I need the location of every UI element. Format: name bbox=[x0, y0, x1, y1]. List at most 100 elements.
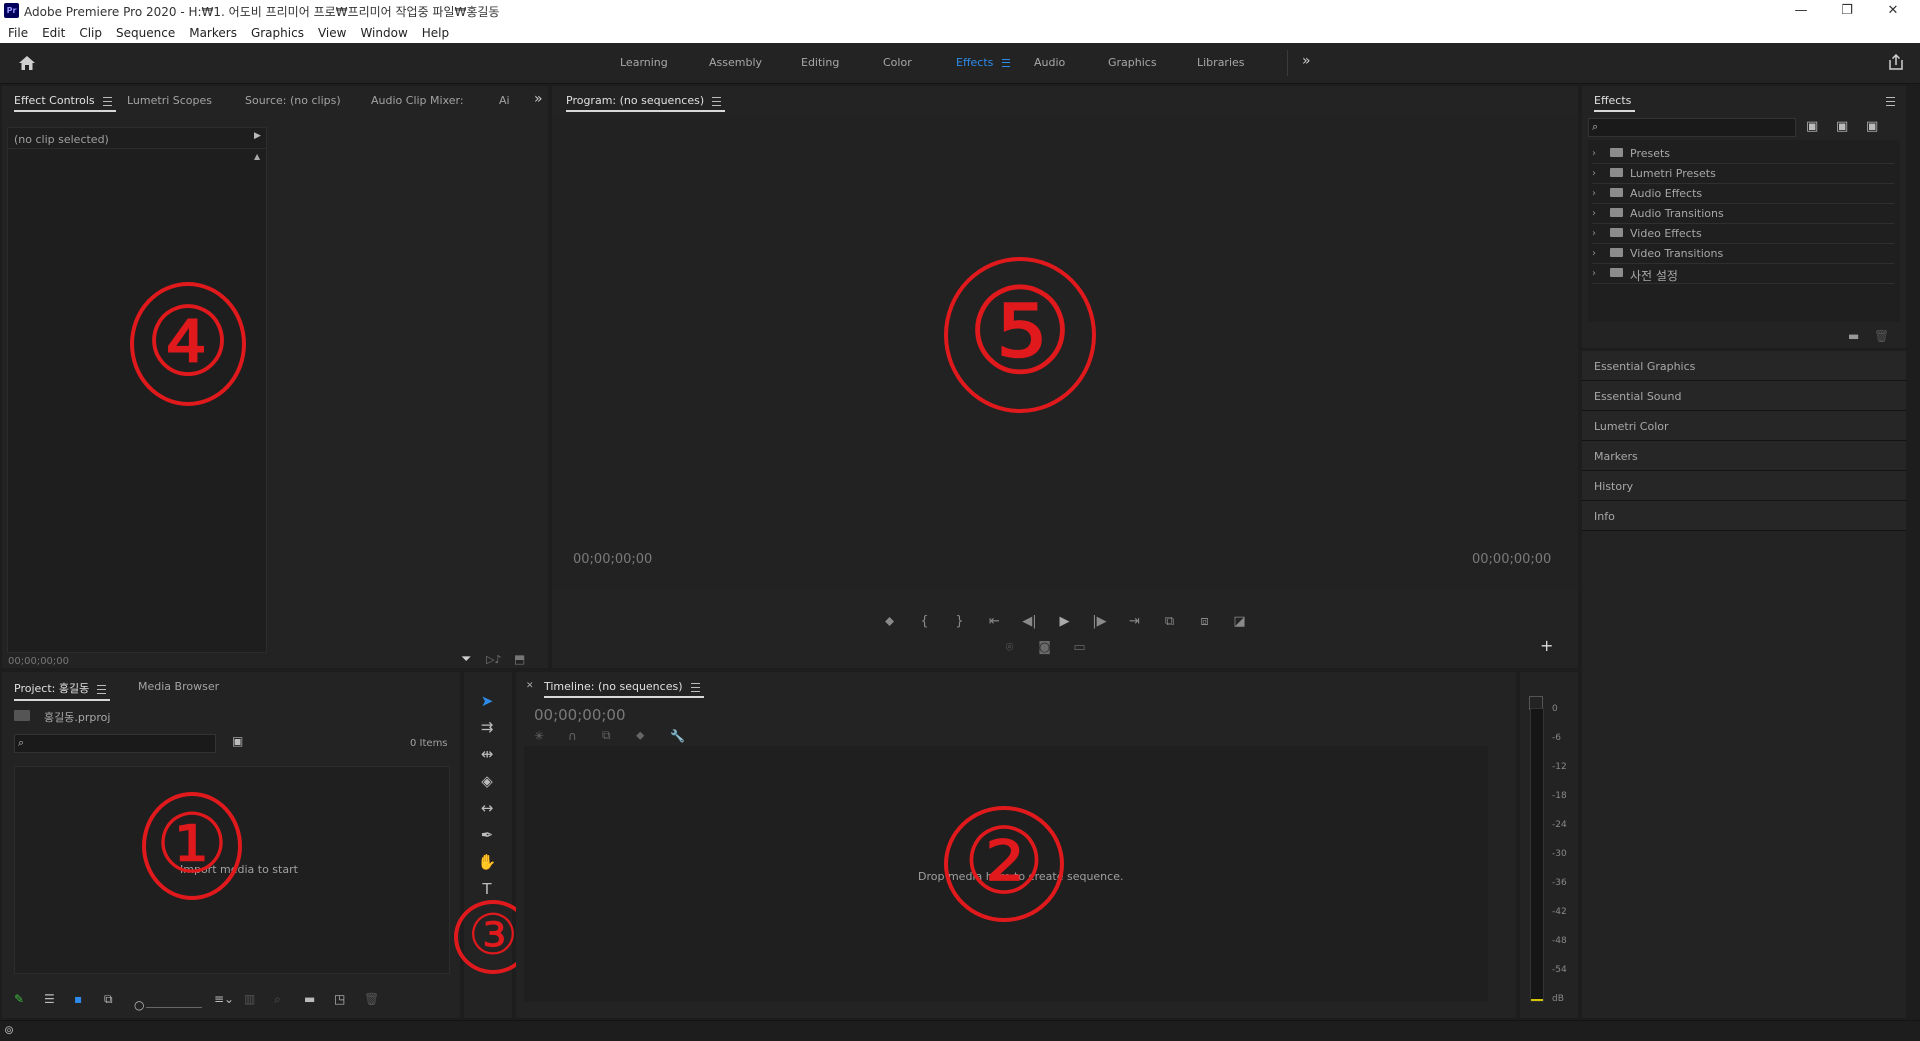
freeform-view-icon[interactable]: ⧉ bbox=[104, 992, 134, 1007]
panel-essential-sound[interactable]: Essential Sound bbox=[1582, 381, 1906, 411]
mark-in-icon[interactable]: { bbox=[907, 614, 942, 629]
razor-tool-icon[interactable]: ◈ bbox=[474, 770, 500, 792]
scroll-up-icon[interactable]: ▲ bbox=[254, 152, 260, 161]
menu-file[interactable]: File bbox=[8, 26, 28, 40]
play-icon[interactable]: ▶ bbox=[1047, 614, 1082, 629]
play-audio-icon[interactable]: ▷♪ bbox=[486, 653, 501, 666]
more-workspaces-icon[interactable]: » bbox=[1302, 53, 1311, 69]
menu-edit[interactable]: Edit bbox=[42, 26, 65, 40]
list-view-icon[interactable]: ☰ bbox=[44, 992, 74, 1006]
tab-audio-clip-mixer[interactable]: Audio Clip Mixer: bbox=[371, 94, 464, 107]
slip-tool-icon[interactable]: ↔ bbox=[474, 797, 500, 819]
effects-search-input[interactable]: ⌕ bbox=[1588, 118, 1796, 137]
panel-lumetri-color[interactable]: Lumetri Color bbox=[1582, 411, 1906, 441]
close-icon[interactable]: ✕ bbox=[1870, 0, 1916, 22]
type-tool-icon[interactable]: T bbox=[474, 878, 500, 900]
go-to-in-icon[interactable]: ⇤ bbox=[977, 614, 1012, 629]
tab-lumetri-scopes[interactable]: Lumetri Scopes bbox=[127, 94, 212, 107]
workspace-tab-graphics[interactable]: Graphics bbox=[1108, 56, 1157, 69]
add-marker-icon[interactable]: ⬥ bbox=[636, 728, 670, 743]
panel-essential-graphics[interactable]: Essential Graphics bbox=[1582, 351, 1906, 381]
32bit-effects-icon[interactable]: ▣ bbox=[1836, 119, 1848, 134]
effects-item-video-effects[interactable]: › Video Effects bbox=[1592, 223, 1894, 244]
menu-clip[interactable]: Clip bbox=[79, 26, 102, 40]
share-icon[interactable] bbox=[1888, 54, 1904, 70]
button-editor-plus-icon[interactable]: + bbox=[1540, 636, 1553, 655]
workspace-tab-effects[interactable]: Effects bbox=[956, 56, 993, 69]
new-item-icon[interactable]: ◳ bbox=[334, 992, 364, 1006]
tab-ai[interactable]: Ai bbox=[499, 94, 510, 107]
home-icon[interactable] bbox=[18, 55, 36, 71]
panel-history[interactable]: History bbox=[1582, 471, 1906, 501]
workspace-tab-editing[interactable]: Editing bbox=[801, 56, 839, 69]
wrench-icon[interactable]: 🔧 bbox=[670, 729, 704, 743]
filter-icon[interactable]: ⏷ bbox=[461, 652, 471, 667]
panel-markers[interactable]: Markers bbox=[1582, 441, 1906, 471]
menu-graphics[interactable]: Graphics bbox=[251, 26, 304, 40]
effects-item-korean-presets[interactable]: › 사전 설정 bbox=[1592, 263, 1894, 284]
project-search-input[interactable]: ⌕ bbox=[14, 734, 216, 753]
workspace-tab-audio[interactable]: Audio bbox=[1034, 56, 1065, 69]
menu-markers[interactable]: Markers bbox=[189, 26, 237, 40]
tab-program[interactable]: Program: (no sequences) bbox=[566, 94, 726, 112]
selection-tool-icon[interactable]: ➤ bbox=[474, 690, 500, 712]
export-frame-compare-icon[interactable]: ◪ bbox=[1222, 614, 1257, 629]
panel-menu-icon[interactable] bbox=[1886, 97, 1895, 106]
safe-margins-icon[interactable]: ▭ bbox=[1062, 640, 1097, 655]
ripple-edit-tool-icon[interactable]: ⇹ bbox=[474, 743, 500, 765]
pen-tool-icon[interactable]: ✒ bbox=[474, 824, 500, 846]
delete-icon[interactable]: 🗑 bbox=[1874, 329, 1889, 343]
export-icon[interactable]: ⬒ bbox=[514, 652, 525, 666]
panel-info[interactable]: Info bbox=[1582, 501, 1906, 531]
clear-icon[interactable]: 🗑 bbox=[364, 992, 394, 1006]
workspace-tab-color[interactable]: Color bbox=[883, 56, 912, 69]
new-bin-icon[interactable]: ▬ bbox=[1848, 329, 1859, 343]
new-search-bin-icon[interactable]: ▣ bbox=[232, 734, 243, 748]
effects-item-audio-transitions[interactable]: › Audio Transitions bbox=[1592, 203, 1894, 224]
tab-media-browser[interactable]: Media Browser bbox=[138, 680, 219, 693]
restore-icon[interactable]: ❐ bbox=[1824, 0, 1870, 22]
snap-icon[interactable]: ∩ bbox=[568, 729, 602, 743]
track-select-tool-icon[interactable]: ⇉ bbox=[474, 716, 500, 738]
find-icon[interactable]: ⌕ bbox=[274, 992, 304, 1007]
yuv-effects-icon[interactable]: ▣ bbox=[1866, 119, 1878, 134]
tab-effect-controls[interactable]: Effect Controls bbox=[14, 94, 116, 112]
pencil-icon[interactable]: ✎ bbox=[14, 992, 44, 1006]
tab-effects[interactable]: Effects bbox=[1594, 94, 1636, 112]
accelerated-effects-icon[interactable]: ▣ bbox=[1806, 119, 1818, 134]
effects-item-lumetri-presets[interactable]: › Lumetri Presets bbox=[1592, 163, 1894, 184]
tab-source[interactable]: Source: (no clips) bbox=[245, 94, 341, 107]
workspace-tab-libraries[interactable]: Libraries bbox=[1197, 56, 1245, 69]
linked-selection-icon[interactable]: ⧉ bbox=[602, 728, 636, 743]
sort-icons-icon[interactable]: ≡⌄ bbox=[214, 992, 244, 1006]
tab-timeline[interactable]: Timeline: (no sequences) bbox=[544, 680, 703, 698]
more-tabs-icon[interactable]: » bbox=[534, 91, 543, 107]
workspace-tab-learning[interactable]: Learning bbox=[620, 56, 668, 69]
effects-item-video-transitions[interactable]: › Video Transitions bbox=[1592, 243, 1894, 264]
lift-icon[interactable]: ⧉ bbox=[1152, 614, 1187, 629]
panel-menu-icon[interactable] bbox=[712, 96, 722, 106]
creative-cloud-icon[interactable]: ⊚ bbox=[4, 1023, 14, 1037]
menu-sequence[interactable]: Sequence bbox=[116, 26, 175, 40]
vr-icon[interactable]: ⌾ bbox=[992, 640, 1027, 655]
close-tab-icon[interactable]: ✕ bbox=[526, 681, 534, 691]
step-back-icon[interactable]: ◀| bbox=[1012, 614, 1047, 629]
effects-item-audio-effects[interactable]: › Audio Effects bbox=[1592, 183, 1894, 204]
automate-to-sequence-icon[interactable]: ▥ bbox=[244, 992, 274, 1006]
new-bin-icon[interactable]: ▬ bbox=[304, 992, 334, 1006]
hand-tool-icon[interactable]: ✋ bbox=[474, 851, 500, 873]
menu-window[interactable]: Window bbox=[360, 26, 407, 40]
panel-menu-icon[interactable] bbox=[102, 96, 112, 106]
icon-view-icon[interactable]: ▪ bbox=[74, 992, 104, 1006]
add-marker-icon[interactable]: ⬥ bbox=[872, 614, 907, 629]
menu-view[interactable]: View bbox=[318, 26, 346, 40]
workspace-tab-assembly[interactable]: Assembly bbox=[709, 56, 762, 69]
panel-menu-icon[interactable] bbox=[97, 684, 107, 694]
step-forward-icon[interactable]: |▶ bbox=[1082, 614, 1117, 629]
nest-icon[interactable]: ✳ bbox=[534, 729, 568, 743]
minimize-icon[interactable]: — bbox=[1778, 0, 1824, 22]
expand-arrow-icon[interactable]: ▶ bbox=[254, 131, 261, 141]
extract-icon[interactable]: ⧈ bbox=[1187, 614, 1222, 629]
panel-menu-icon[interactable] bbox=[690, 682, 700, 692]
mark-out-icon[interactable]: } bbox=[942, 614, 977, 629]
